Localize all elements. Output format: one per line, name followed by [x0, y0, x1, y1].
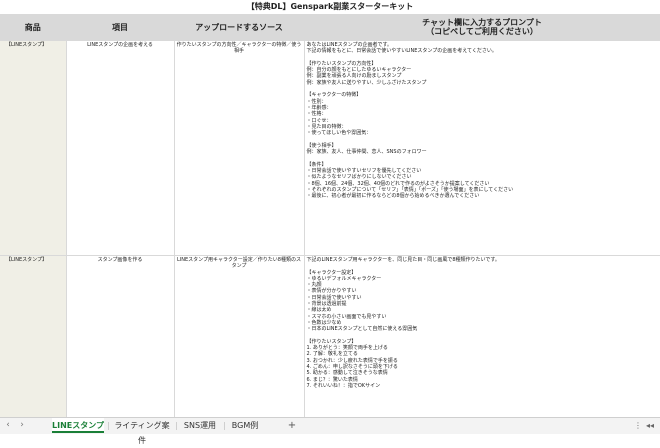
- more-options-icon[interactable]: ⋮: [634, 420, 642, 431]
- tab-writing[interactable]: ライティング案件: [112, 418, 172, 445]
- header-prompt-label: チャット欄に入力するプロンプト （コピペしてご利用ください）: [305, 18, 660, 36]
- sheet-title: 【特典DL】Genspark副業スターターキット: [0, 0, 660, 15]
- header-category[interactable]: 商品: [0, 14, 67, 41]
- tab-line-stamp[interactable]: LINEスタンプ: [52, 418, 104, 433]
- cell-item[interactable]: LINEスタンプの企画を考える: [66, 40, 175, 256]
- sheet-tab-bar: ‹ › LINEスタンプ ライティング案件 SNS運用 BGM例 + ⋮ ◂◂: [0, 417, 660, 445]
- cell-source[interactable]: LINEスタンプ用キャラクター設定／作りたい8種類のスタンプ: [174, 255, 305, 417]
- prev-sheet-icon[interactable]: ‹: [2, 420, 14, 431]
- table-row: 【LINEスタンプ】 LINEスタンプの企画を考える 作りたいスタンプの方向性／…: [0, 40, 660, 256]
- tab-divider: [176, 422, 177, 430]
- cell-prompt[interactable]: あなたはLINEスタンプの企画者です。 下記の情報をもとに、日常会話で使いやすいL…: [304, 40, 660, 256]
- header-prompt[interactable]: チャット欄に入力するプロンプト （コピペしてご利用ください）: [304, 14, 660, 41]
- cell-prompt[interactable]: 下記のLINEスタンプ用キャラクターを、同じ見た目・同じ画風で8種類作りたいです…: [304, 255, 660, 417]
- header-row: 商品 項目 アップロードするソース チャット欄に入力するプロンプト （コピペしてご…: [0, 14, 660, 41]
- header-item[interactable]: 項目: [66, 14, 175, 41]
- add-sheet-icon[interactable]: +: [286, 418, 298, 433]
- header-prompt-line: チャット欄に入力するプロンプト: [422, 18, 542, 27]
- table-row: 【LINEスタンプ】 スタンプ画像を作る LINEスタンプ用キャラクター設定／作…: [0, 255, 660, 417]
- cell-item[interactable]: スタンプ画像を作る: [66, 255, 175, 417]
- tab-divider: [108, 422, 109, 430]
- tab-divider: [224, 422, 225, 430]
- cell-source[interactable]: 作りたいスタンプの方向性／キャラクターの特徴／使う相手: [174, 40, 305, 256]
- scroll-tabs-icon[interactable]: ◂◂: [646, 420, 654, 431]
- tab-sns[interactable]: SNS運用: [180, 418, 220, 433]
- header-prompt-line: （コピペしてご利用ください）: [426, 27, 538, 36]
- data-table: 商品 項目 アップロードするソース チャット欄に入力するプロンプト （コピペしてご…: [0, 14, 660, 417]
- prompt-line: 7. それいいね！：指でOKサイン: [306, 382, 381, 389]
- tab-bgm[interactable]: BGM例: [228, 418, 262, 433]
- spreadsheet-grid[interactable]: 商品 項目 アップロードするソース チャット欄に入力するプロンプト （コピペしてご…: [0, 14, 660, 417]
- cell-category[interactable]: 【LINEスタンプ】: [0, 40, 67, 256]
- cell-category[interactable]: 【LINEスタンプ】: [0, 255, 67, 417]
- prompt-line: ・最後に、初心者が最初に作るならどの8個から始めるべきか選んでください: [306, 193, 480, 200]
- next-sheet-icon[interactable]: ›: [16, 420, 28, 431]
- header-source[interactable]: アップロードするソース: [174, 14, 305, 41]
